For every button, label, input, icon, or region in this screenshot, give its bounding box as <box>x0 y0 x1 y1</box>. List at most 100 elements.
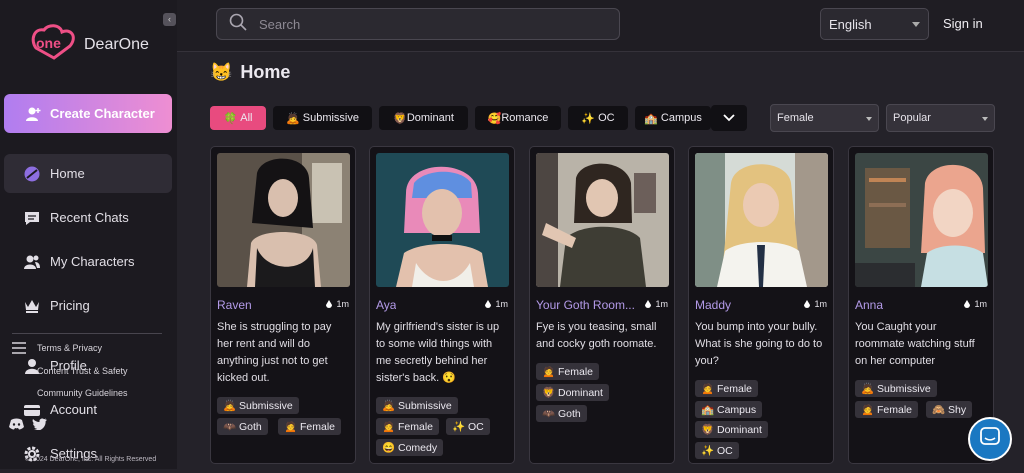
tag-label: Submissive <box>239 399 293 412</box>
drop-icon <box>804 300 811 308</box>
tag[interactable]: 🙍 Female <box>695 380 759 397</box>
sidebar-item-label: My Characters <box>50 254 135 269</box>
character-card[interactable]: Maddy 1m You bump into your bully. What … <box>688 146 834 464</box>
card-time-value: 1m <box>814 299 827 309</box>
tag[interactable]: 🦇 Goth <box>217 418 268 435</box>
character-description: My girlfriend's sister is up to some wil… <box>376 321 500 384</box>
tag-icon: 😄 <box>382 442 396 454</box>
support-chat-button[interactable] <box>968 417 1012 461</box>
tag-icon: 🦁 <box>542 387 556 399</box>
gender-value: Female <box>777 112 814 124</box>
character-name: Aya <box>376 298 397 312</box>
sidebar-item-pricing[interactable]: Pricing <box>4 286 172 325</box>
community-guidelines-link[interactable]: Community Guidelines <box>37 388 128 398</box>
tag-label: Female <box>300 420 336 433</box>
tag-label: Submissive <box>398 399 452 412</box>
card-time-value: 1m <box>655 299 668 309</box>
tag-label: OC <box>717 444 733 457</box>
character-image <box>536 153 669 287</box>
tag-label: Submissive <box>877 382 931 395</box>
content-trust-safety-link[interactable]: Content Trust & Safety <box>37 366 128 376</box>
tag[interactable]: 🦁 Dominant <box>695 421 768 438</box>
tag-label: Dominant <box>558 386 603 399</box>
tag-icon: 🙍 <box>701 383 715 395</box>
copyright: © 2024 DearOne, Inc. All Rights Reserved <box>25 456 157 463</box>
page-title: 😸 Home <box>210 62 290 83</box>
filter-chip-submissive[interactable]: 🙇 Submissive <box>273 106 372 130</box>
chip-label: Dominant <box>406 112 454 124</box>
more-filters-button[interactable] <box>711 105 747 131</box>
filter-chip-oc[interactable]: ✨ OC <box>568 106 628 130</box>
add-user-icon <box>24 105 42 123</box>
gender-select[interactable]: Female <box>770 104 879 132</box>
tag[interactable]: 🙈 Shy <box>926 401 973 418</box>
sort-select[interactable]: Popular <box>886 104 995 132</box>
chip-label: Submissive <box>302 112 359 124</box>
create-character-label: Create Character <box>50 106 155 121</box>
sidebar-item-home[interactable]: Home <box>4 154 172 193</box>
bow-icon: 🙇 <box>285 112 300 125</box>
tag-label: Female <box>717 382 753 395</box>
create-character-button[interactable]: Create Character <box>4 94 172 133</box>
tag[interactable]: ✨ OC <box>446 418 490 435</box>
chip-label: Campus <box>660 112 702 124</box>
sidebar-divider <box>12 333 162 334</box>
sidebar-item-recent-chats[interactable]: Recent Chats <box>4 198 172 237</box>
character-card[interactable]: Aya 1m My girlfriend's sister is up to s… <box>369 146 515 464</box>
character-card[interactable]: Anna 1m You Caught your roommate watchin… <box>848 146 994 464</box>
school-icon: 🏫 <box>644 112 658 125</box>
tag-label: Female <box>398 420 434 433</box>
terms-privacy-link[interactable]: Terms & Privacy <box>37 343 102 353</box>
chat-bubble-icon <box>980 426 1000 452</box>
language-value: English <box>829 16 872 32</box>
character-image <box>376 153 509 287</box>
tag-icon: 🙍 <box>382 421 396 433</box>
filter-chip-dominant[interactable]: 🦁 Dominant <box>379 106 468 130</box>
tag[interactable]: 🙍 Female <box>855 401 919 418</box>
search-input[interactable]: Search <box>216 8 620 40</box>
filter-chip-romance[interactable]: 🥰 Romance <box>475 106 561 130</box>
logo[interactable]: one DearOne <box>30 22 149 60</box>
sidebar-item-my-characters[interactable]: My Characters <box>4 242 172 281</box>
card-time-value: 1m <box>495 299 508 309</box>
language-select[interactable]: English <box>820 8 929 40</box>
tag[interactable]: ✨ OC <box>695 442 739 459</box>
sort-value: Popular <box>893 112 931 124</box>
tag[interactable]: 🙍 Female <box>376 418 440 435</box>
twitter-icon[interactable] <box>32 417 47 435</box>
chevron-down-icon <box>912 22 920 27</box>
tag[interactable]: 🏫 Campus <box>695 401 763 418</box>
tag[interactable]: 🙇 Submissive <box>376 397 458 414</box>
heart-face-icon: 🥰 <box>487 112 502 125</box>
character-image <box>695 153 828 287</box>
sidebar-item-label: Home <box>50 166 85 181</box>
collapse-sidebar-button[interactable]: ‹ <box>163 13 176 26</box>
menu-icon[interactable] <box>12 341 26 359</box>
tag[interactable]: 🦁 Dominant <box>536 384 609 401</box>
tag[interactable]: 🦇 Goth <box>536 405 587 422</box>
character-name: Anna <box>855 298 884 312</box>
tag[interactable]: 🙇 Submissive <box>217 397 299 414</box>
character-card[interactable]: Raven 1m She is struggling to pay her re… <box>210 146 356 464</box>
chat-icon <box>22 208 42 228</box>
users-icon <box>22 252 42 272</box>
character-card[interactable]: Your Goth Room... 1m Fye is you teasing,… <box>529 146 675 464</box>
filter-chip-campus[interactable]: 🏫 Campus <box>635 106 711 130</box>
tag[interactable]: 😄 Comedy <box>376 439 444 456</box>
tag[interactable]: 🙍 Female <box>536 363 600 380</box>
filter-chip-all[interactable]: 🍀 All <box>210 106 266 130</box>
card-time: 1m <box>645 299 668 309</box>
card-time-value: 1m <box>974 299 987 309</box>
chip-label: All <box>240 112 253 124</box>
card-time: 1m <box>804 299 827 309</box>
sidebar-item-settings[interactable]: Settings <box>4 434 172 473</box>
tag[interactable]: 🙇 Submissive <box>855 380 937 397</box>
sidebar: ‹ one DearOne Create Character Home Rece… <box>0 0 177 469</box>
discord-icon[interactable] <box>9 417 24 435</box>
sign-in-button[interactable]: Sign in <box>943 16 983 31</box>
tag[interactable]: 🙍 Female <box>278 418 342 435</box>
chevron-down-icon <box>723 109 735 127</box>
character-name: Your Goth Room... <box>536 298 635 312</box>
tag-icon: 🙇 <box>223 400 237 412</box>
tag-icon: 🦇 <box>542 408 556 420</box>
